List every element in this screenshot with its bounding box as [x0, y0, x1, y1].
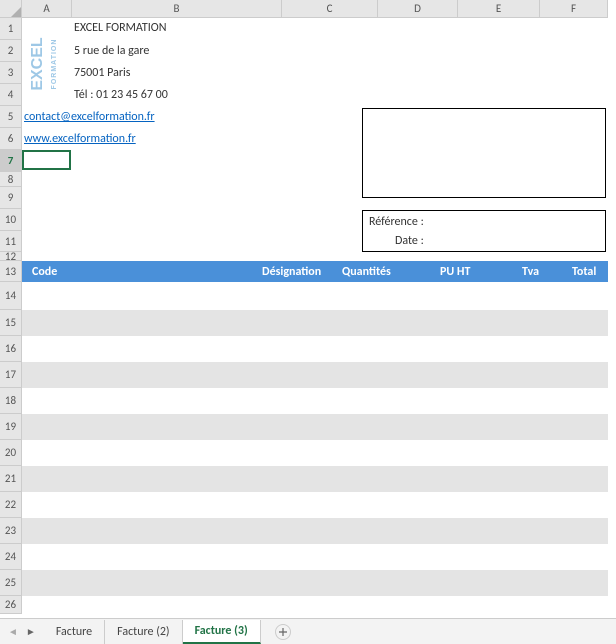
table-header-row: Code Désignation Quantités PU HT Tva Tot… [22, 261, 608, 282]
row-header-24[interactable]: 24 [0, 544, 22, 570]
row-header-20[interactable]: 20 [0, 440, 22, 466]
sheet-tabs-bar: ◄ ► Facture Facture (2) Facture (3) [0, 618, 616, 644]
tab-nav-prev-icon: ◄ [8, 625, 18, 638]
row-header-7[interactable]: 7 [0, 150, 22, 172]
col-header-C[interactable]: C [282, 0, 378, 18]
row-header-9[interactable]: 9 [0, 187, 22, 209]
tab-facture-3[interactable]: Facture (3) [183, 620, 261, 644]
row-header-3[interactable]: 3 [0, 62, 22, 84]
col-total: Total [572, 265, 596, 279]
company-email-link[interactable]: contact@excelformation.fr [24, 110, 155, 124]
col-tva: Tva [522, 265, 539, 279]
row-header-21[interactable]: 21 [0, 466, 22, 492]
row-header-1[interactable]: 1 [0, 18, 22, 40]
col-code: Code [32, 265, 57, 279]
row-headers: 1234567891011121314151617181920212223242… [0, 18, 22, 614]
company-addr2: 75001 Paris [74, 66, 130, 80]
row-header-16[interactable]: 16 [0, 336, 22, 362]
company-name: EXCEL FORMATION [74, 21, 166, 35]
col-header-A[interactable]: A [22, 0, 72, 18]
row-header-2[interactable]: 2 [0, 40, 22, 62]
active-cell[interactable] [22, 150, 71, 170]
date-label: Date : [395, 234, 424, 248]
row-header-15[interactable]: 15 [0, 310, 22, 336]
col-qty: Quantités [342, 265, 391, 279]
row-header-17[interactable]: 17 [0, 362, 22, 388]
col-header-B[interactable]: B [72, 0, 282, 18]
row-header-8[interactable]: 8 [0, 172, 22, 187]
reference-label: Référence : [369, 215, 424, 229]
company-web-link[interactable]: www.excelformation.fr [24, 132, 136, 146]
row-header-22[interactable]: 22 [0, 492, 22, 518]
tab-nav-next-icon[interactable]: ► [26, 625, 36, 638]
tab-facture[interactable]: Facture [44, 620, 105, 644]
row-header-6[interactable]: 6 [0, 128, 22, 150]
worksheet-grid[interactable]: EXCEL FORMATION EXCEL FORMATION 5 rue de… [22, 18, 616, 598]
client-box [362, 108, 606, 198]
row-header-13[interactable]: 13 [0, 261, 22, 282]
reference-box: Référence : Date : [362, 210, 606, 252]
tab-facture-2[interactable]: Facture (2) [105, 620, 182, 644]
row-header-18[interactable]: 18 [0, 388, 22, 414]
plus-icon [277, 626, 289, 638]
tab-nav: ◄ ► [0, 625, 44, 638]
company-logo: EXCEL FORMATION [24, 20, 68, 110]
select-all-corner[interactable] [0, 0, 22, 18]
row-header-26[interactable]: 26 [0, 596, 22, 614]
col-pu: PU HT [440, 265, 470, 279]
table-row[interactable] [22, 466, 608, 492]
row-header-10[interactable]: 10 [0, 209, 22, 231]
col-header-D[interactable]: D [378, 0, 458, 18]
svg-text:FORMATION: FORMATION [51, 39, 58, 90]
add-sheet-button[interactable] [275, 624, 291, 640]
row-header-5[interactable]: 5 [0, 106, 22, 128]
row-header-4[interactable]: 4 [0, 84, 22, 106]
row-header-12[interactable]: 12 [0, 252, 22, 261]
row-header-14[interactable]: 14 [0, 282, 22, 310]
table-row[interactable] [22, 362, 608, 388]
col-header-F[interactable]: F [540, 0, 608, 18]
table-row[interactable] [22, 570, 608, 596]
table-row[interactable] [22, 414, 608, 440]
column-headers: ABCDEF [22, 0, 608, 18]
row-header-19[interactable]: 19 [0, 414, 22, 440]
col-designation: Désignation [262, 265, 321, 279]
col-header-E[interactable]: E [458, 0, 540, 18]
company-tel: Tél : 01 23 45 67 00 [74, 88, 168, 102]
row-header-23[interactable]: 23 [0, 518, 22, 544]
svg-text:EXCEL: EXCEL [29, 37, 46, 91]
company-addr1: 5 rue de la gare [74, 44, 149, 58]
table-row[interactable] [22, 518, 608, 544]
table-row[interactable] [22, 310, 608, 336]
row-header-25[interactable]: 25 [0, 570, 22, 596]
